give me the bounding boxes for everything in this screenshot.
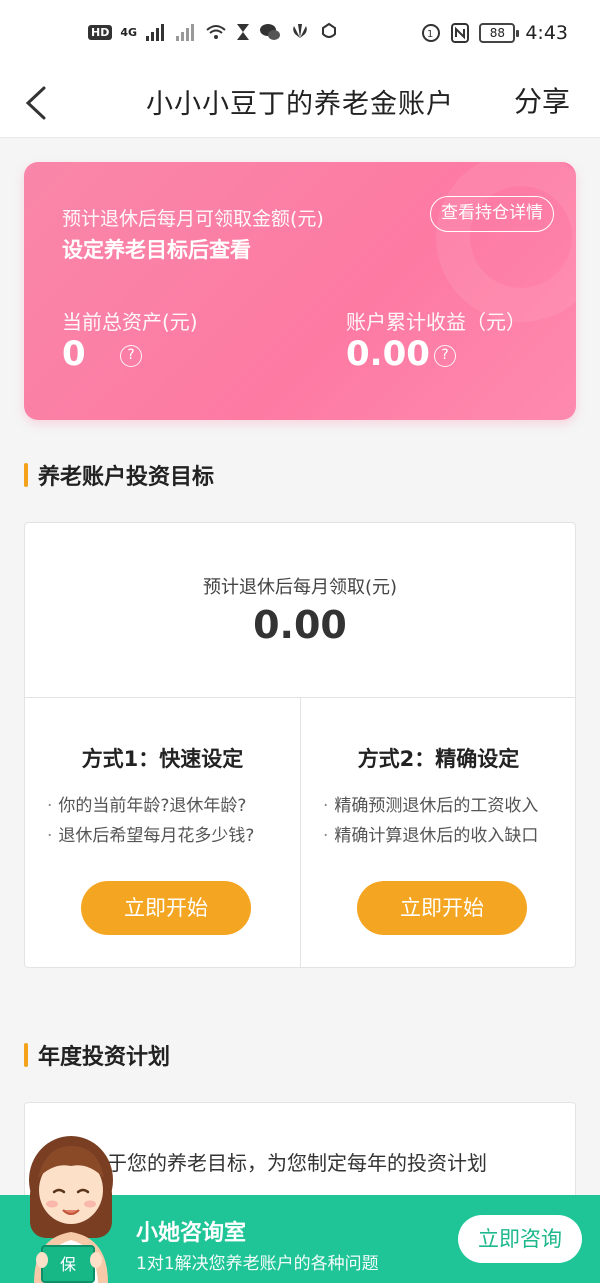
quick-setup-title: 方式1：快速设定	[81, 747, 244, 771]
battery-icon: 88	[479, 23, 520, 43]
goal-monthly-value: 0.00	[253, 603, 347, 647]
precise-setup-bullet: 精确预测退休后的工资收入	[323, 791, 572, 816]
monthly-amount-value: 设定养老目标后查看	[62, 238, 251, 262]
holdings-detail-button[interactable]: 查看持仓详情	[430, 196, 554, 232]
network-label: 4G	[120, 25, 138, 39]
status-bar: HD 4G 1 88 4:43	[0, 0, 600, 68]
data-saver-icon: 1	[422, 24, 441, 42]
wifi-icon	[206, 25, 226, 39]
plan-section-title: 年度投资计划	[38, 1045, 171, 1070]
nav-bar: 小小小豆丁的养老金账户 分享	[0, 68, 600, 138]
wechat-icon	[260, 24, 281, 40]
signal-2-icon	[176, 24, 195, 41]
help-icon[interactable]: ?	[120, 345, 142, 367]
consult-now-button[interactable]: 立即咨询	[458, 1215, 582, 1263]
quick-setup-panel: 方式1：快速设定 你的当前年龄?退休年龄? 退休后希望每月花多少钱? 立即开始	[25, 697, 300, 969]
huawei-icon	[293, 24, 307, 38]
signal-icon	[146, 24, 165, 41]
quick-setup-bullet: 退休后希望每月花多少钱?	[47, 821, 296, 846]
advisor-illustration: 保	[29, 1136, 113, 1283]
book-label: 保	[60, 1255, 76, 1274]
account-summary-card: 预计退休后每月可领取金额(元) 设定养老目标后查看 查看持仓详情 当前总资产(元…	[24, 162, 576, 420]
consult-title: 小她咨询室	[136, 1221, 247, 1246]
total-income-label: 账户累计收益（元）	[346, 310, 526, 334]
section-accent-bar	[24, 1043, 28, 1067]
precise-setup-start-button[interactable]: 立即开始	[357, 881, 527, 935]
consult-subtitle: 1对1解决您养老账户的各种问题	[136, 1254, 379, 1274]
card-decoration	[436, 162, 576, 322]
total-assets-value: 0	[62, 334, 86, 374]
quick-setup-start-button[interactable]: 立即开始	[81, 881, 251, 935]
goal-section-title: 养老账户投资目标	[38, 465, 215, 490]
plan-description: 于您的养老目标，为您制定每年的投资计划	[107, 1151, 487, 1175]
share-button[interactable]: 分享	[514, 80, 570, 120]
section-accent-bar	[24, 463, 28, 487]
hourglass-icon	[237, 24, 250, 40]
precise-setup-panel: 方式2：精确设定 精确预测退休后的工资收入 精确计算退休后的收入缺口 立即开始	[301, 697, 576, 969]
status-icons-left: HD 4G	[88, 22, 339, 42]
status-time: 4:43	[525, 22, 568, 44]
nfc-icon	[451, 23, 470, 43]
monthly-amount-label: 预计退休后每月可领取金额(元)	[62, 208, 324, 230]
page-title: 小小小豆丁的养老金账户	[146, 89, 454, 120]
svg-text:1: 1	[427, 29, 433, 40]
investment-goal-card: 预计退休后每月领取(元) 0.00 方式1：快速设定 你的当前年龄?退休年龄? …	[24, 522, 576, 968]
plan-section-header: 年度投资计划	[24, 1040, 170, 1070]
help-icon[interactable]: ?	[434, 345, 456, 367]
hd-badge: HD	[88, 24, 113, 40]
goal-monthly-label: 预计退休后每月领取(元)	[202, 577, 398, 598]
advisor-avatar: 保	[16, 1128, 126, 1283]
status-icons-right: 1 88 4:43	[421, 22, 568, 44]
quick-setup-bullet: 你的当前年龄?退休年龄?	[47, 791, 296, 816]
total-assets-label: 当前总资产(元)	[62, 310, 198, 334]
total-income-value: 0.00	[346, 334, 430, 374]
goal-section-header: 养老账户投资目标	[24, 460, 214, 490]
hand-icon	[322, 22, 337, 38]
precise-setup-bullet: 精确计算退休后的收入缺口	[323, 821, 572, 846]
precise-setup-title: 方式2：精确设定	[357, 747, 520, 771]
